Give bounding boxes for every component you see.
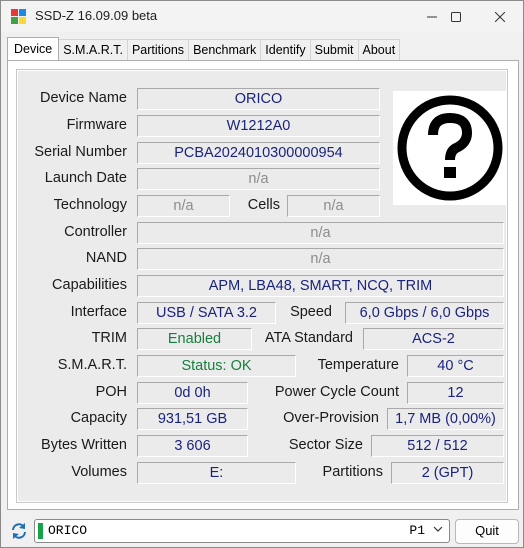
smart-value: Status: OK: [137, 355, 296, 377]
tab-partitions[interactable]: Partitions: [126, 39, 190, 60]
sector-size-value: 512 / 512: [371, 435, 504, 457]
cells-label: Cells: [247, 197, 280, 213]
partitions-label: Partitions: [322, 464, 383, 480]
smart-label: S.M.A.R.T.: [57, 357, 127, 373]
quit-button-label: Quit: [475, 523, 499, 538]
firmware-label: Firmware: [66, 117, 127, 133]
technology-label: Technology: [53, 197, 127, 213]
trim-label: TRIM: [91, 330, 127, 346]
device-info-group: Device Name ORICO Firmware W1212A0 Seria…: [16, 69, 508, 503]
sector-size-label: Sector Size: [288, 437, 363, 453]
serial-number-label: Serial Number: [34, 144, 127, 160]
capacity-value: 931,51 GB: [137, 408, 248, 430]
tab-submit[interactable]: Submit: [309, 39, 359, 60]
ata-standard-value: ACS-2: [363, 328, 504, 350]
technology-value: n/a: [137, 195, 230, 217]
launch-date-label: Launch Date: [44, 170, 127, 186]
window-title: SSD-Z 16.09.09 beta: [35, 8, 158, 23]
speed-label: Speed: [290, 304, 332, 320]
speed-value: 6,0 Gbps / 6,0 Gbps: [345, 302, 504, 324]
device-tab-panel: Device Name ORICO Firmware W1212A0 Seria…: [7, 60, 519, 510]
drive-select-port: P1: [409, 523, 425, 538]
quit-button[interactable]: Quit: [455, 519, 519, 544]
tab-identify[interactable]: Identify: [260, 39, 311, 60]
capabilities-label: Capabilities: [52, 277, 127, 293]
drive-select-name: ORICO: [48, 523, 88, 538]
power-cycle-count-value: 12: [407, 382, 504, 404]
device-image: [393, 91, 507, 205]
over-provision-label: Over-Provision: [283, 410, 379, 426]
close-button[interactable]: [477, 1, 523, 32]
device-name-value: ORICO: [137, 88, 380, 110]
app-icon: [11, 9, 27, 25]
device-name-label: Device Name: [39, 90, 127, 106]
drive-status-indicator: [38, 523, 43, 539]
maximize-icon: [451, 11, 461, 22]
close-icon: [495, 11, 505, 22]
poh-value: 0d 0h: [137, 382, 248, 404]
poh-label: POH: [95, 384, 127, 400]
tab-benchmark[interactable]: Benchmark: [188, 39, 262, 60]
interface-label: Interface: [70, 304, 127, 320]
temperature-label: Temperature: [317, 357, 399, 373]
over-provision-value: 1,7 MB (0,00%): [387, 408, 504, 430]
bytes-written-value: 3 606: [137, 435, 248, 457]
interface-value: USB / SATA 3.2: [137, 302, 276, 324]
firmware-value: W1212A0: [137, 115, 380, 137]
nand-value: n/a: [137, 248, 504, 270]
nand-label: NAND: [85, 250, 127, 266]
refresh-icon: [12, 523, 26, 539]
tab-bar: Device S.M.A.R.T. Partitions Benchmark I…: [7, 37, 401, 60]
maximize-button[interactable]: [433, 1, 479, 32]
bytes-written-label: Bytes Written: [41, 437, 127, 453]
power-cycle-count-label: Power Cycle Count: [274, 384, 399, 400]
controller-value: n/a: [137, 222, 504, 244]
partitions-value: 2 (GPT): [391, 462, 504, 484]
volumes-label: Volumes: [71, 464, 127, 480]
capacity-label: Capacity: [70, 410, 127, 426]
app-window: SSD-Z 16.09.09 beta Device S.M.A.R.T. Pa…: [0, 0, 524, 548]
temperature-value: 40 °C: [407, 355, 504, 377]
drive-select[interactable]: ORICO P1: [34, 519, 450, 543]
refresh-button[interactable]: [9, 521, 29, 541]
tab-smart[interactable]: S.M.A.R.T.: [58, 39, 128, 60]
question-mark-icon: [397, 95, 503, 201]
controller-label: Controller: [64, 224, 127, 240]
chevron-down-icon: [433, 524, 443, 537]
title-bar[interactable]: SSD-Z 16.09.09 beta: [1, 1, 523, 32]
ata-standard-label: ATA Standard: [264, 330, 353, 346]
cells-value: n/a: [287, 195, 380, 217]
serial-number-value: PCBA2024010300000954: [137, 142, 380, 164]
volumes-value: E:: [137, 462, 296, 484]
tab-about[interactable]: About: [357, 39, 401, 60]
trim-value: Enabled: [137, 328, 252, 350]
tab-device[interactable]: Device: [7, 37, 60, 60]
launch-date-value: n/a: [137, 168, 380, 190]
capabilities-value: APM, LBA48, SMART, NCQ, TRIM: [137, 275, 504, 297]
